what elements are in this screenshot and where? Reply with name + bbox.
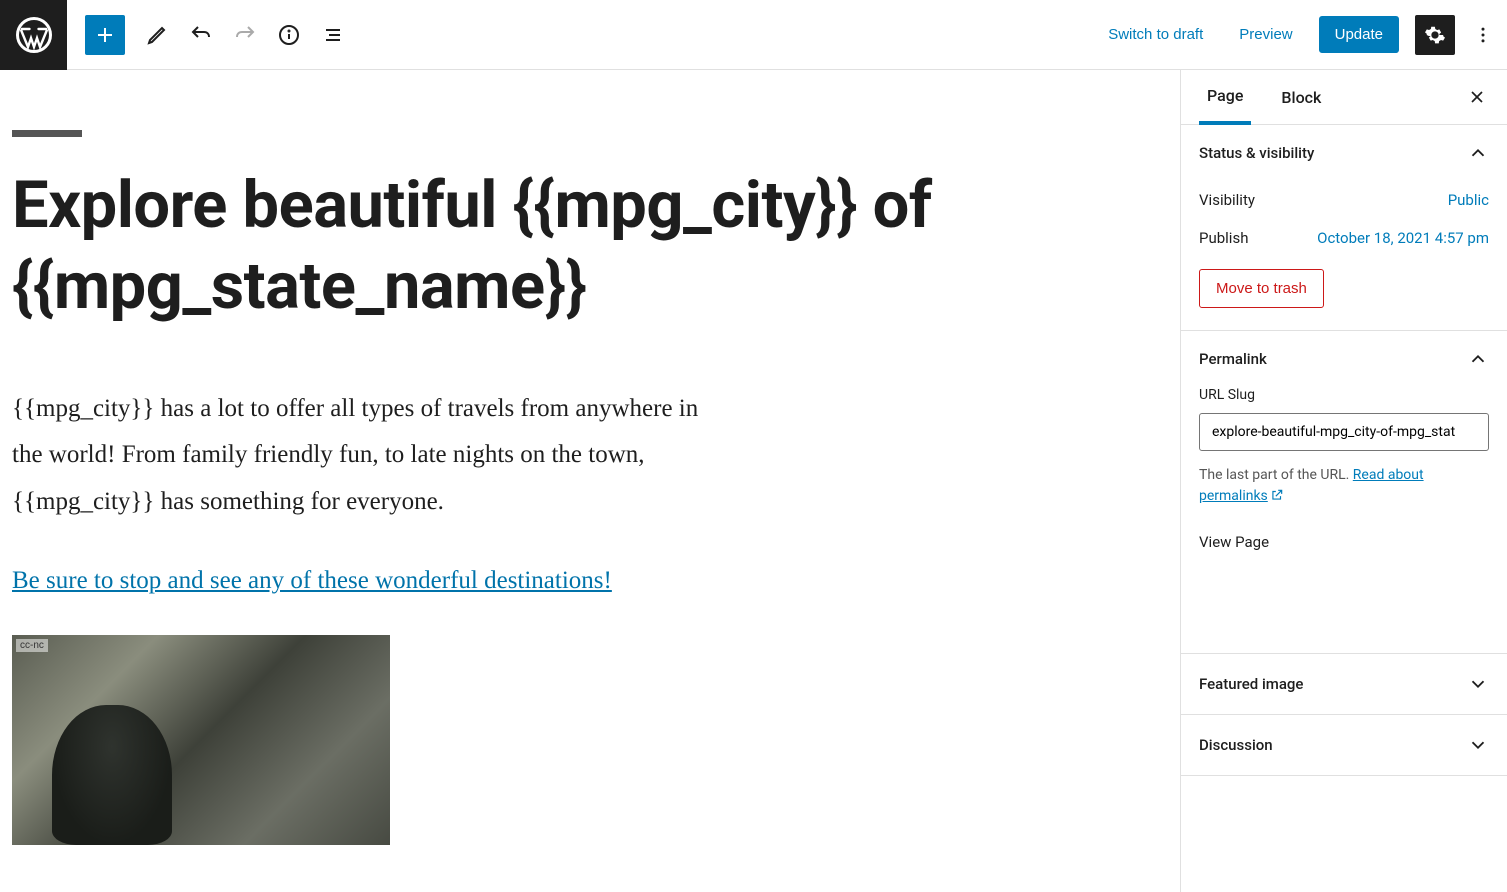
sidebar-tabs: Page Block	[1181, 70, 1507, 125]
gear-icon	[1424, 24, 1446, 46]
help-prefix: The last part of the URL.	[1199, 467, 1353, 483]
wordpress-icon	[16, 17, 52, 53]
info-button[interactable]	[267, 13, 311, 57]
settings-sidebar: Page Block Status & visibility Visibilit…	[1180, 70, 1507, 892]
publish-label: Publish	[1199, 229, 1248, 247]
visibility-value[interactable]: Public	[1448, 191, 1489, 209]
paragraph-block[interactable]: {{mpg_city}} has a lot to offer all type…	[12, 386, 722, 525]
panel-title-discussion: Discussion	[1199, 736, 1273, 754]
panel-head-discussion[interactable]: Discussion	[1181, 715, 1507, 775]
editor-canvas: Explore beautiful {{mpg_city}} of {{mpg_…	[6, 70, 1174, 865]
visibility-label: Visibility	[1199, 191, 1255, 209]
update-button[interactable]: Update	[1319, 16, 1399, 53]
tab-block[interactable]: Block	[1273, 70, 1329, 124]
list-icon	[321, 23, 345, 47]
more-options-button[interactable]	[1471, 15, 1495, 55]
chevron-up-icon	[1467, 142, 1489, 164]
switch-to-draft-button[interactable]: Switch to draft	[1098, 18, 1213, 51]
chevron-down-icon	[1467, 673, 1489, 695]
editor-toolbar: Switch to draft Preview Update	[0, 0, 1507, 70]
panel-title-status: Status & visibility	[1199, 144, 1314, 162]
redo-icon	[233, 23, 257, 47]
view-page-link[interactable]: View Page	[1199, 533, 1489, 551]
panel-head-featured-image[interactable]: Featured image	[1181, 654, 1507, 714]
toolbar-left-group	[85, 13, 355, 57]
panel-head-status[interactable]: Status & visibility	[1181, 125, 1507, 181]
panel-title-featured-image: Featured image	[1199, 675, 1303, 693]
edit-mode-button[interactable]	[135, 13, 179, 57]
publish-value[interactable]: October 18, 2021 4:57 pm	[1317, 229, 1489, 247]
pencil-icon	[145, 23, 169, 47]
preview-button[interactable]: Preview	[1229, 18, 1302, 51]
panel-discussion: Discussion	[1181, 715, 1507, 776]
panel-head-permalink[interactable]: Permalink	[1181, 331, 1507, 387]
chevron-up-icon	[1467, 348, 1489, 370]
title-decoration	[12, 130, 82, 137]
content-link[interactable]: Be sure to stop and see any of these won…	[12, 567, 1168, 595]
permalink-help-text: The last part of the URL. Read about per…	[1199, 465, 1489, 509]
external-link-icon	[1270, 488, 1284, 509]
undo-button[interactable]	[179, 13, 223, 57]
url-slug-label: URL Slug	[1199, 387, 1489, 403]
image-content	[52, 705, 172, 845]
panel-status-visibility: Status & visibility Visibility Public Pu…	[1181, 125, 1507, 331]
chevron-down-icon	[1467, 734, 1489, 756]
redo-button[interactable]	[223, 13, 267, 57]
page-title[interactable]: Explore beautiful {{mpg_city}} of {{mpg_…	[12, 165, 1168, 326]
add-block-button[interactable]	[85, 15, 125, 55]
panel-title-permalink: Permalink	[1199, 350, 1267, 368]
close-sidebar-button[interactable]	[1465, 85, 1489, 109]
kebab-icon	[1473, 25, 1493, 45]
settings-toggle-button[interactable]	[1415, 15, 1455, 55]
outline-button[interactable]	[311, 13, 355, 57]
panel-permalink: Permalink URL Slug The last part of the …	[1181, 331, 1507, 654]
plus-icon	[93, 23, 117, 47]
close-icon	[1467, 87, 1487, 107]
undo-icon	[189, 23, 213, 47]
toolbar-right-group: Switch to draft Preview Update	[1098, 15, 1507, 55]
image-block[interactable]	[12, 635, 390, 845]
wordpress-logo-button[interactable]	[0, 0, 67, 70]
move-to-trash-button[interactable]: Move to trash	[1199, 269, 1324, 308]
tab-page[interactable]: Page	[1199, 71, 1251, 125]
url-slug-input[interactable]	[1199, 413, 1489, 451]
info-icon	[277, 23, 301, 47]
panel-featured-image: Featured image	[1181, 654, 1507, 715]
editor-canvas-scroll[interactable]: Explore beautiful {{mpg_city}} of {{mpg_…	[0, 70, 1180, 892]
